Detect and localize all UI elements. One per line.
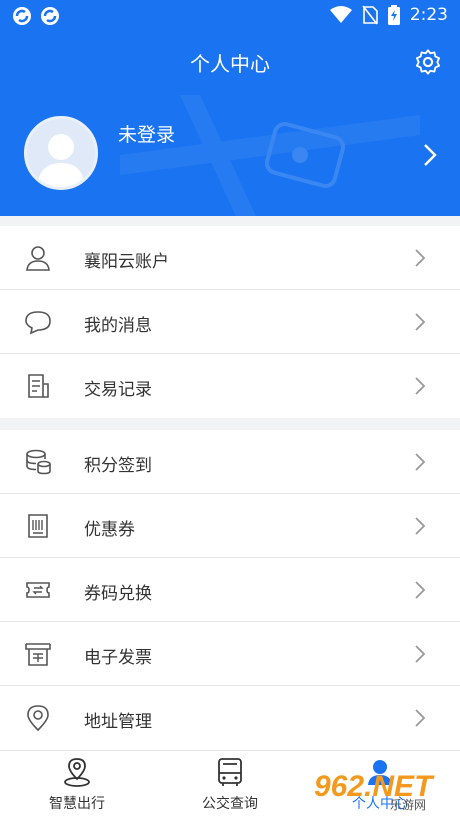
chevron-right-icon: [415, 517, 426, 535]
status-bar: 2:23: [0, 0, 460, 34]
chevron-right-icon: [415, 249, 426, 267]
battery-charging-icon: [387, 5, 400, 25]
menu-label: 优惠券: [84, 520, 135, 540]
nav-label: 公交查询: [202, 796, 258, 812]
nav-smart-travel[interactable]: 智慧出行: [22, 757, 132, 817]
app-notification-icon: [41, 7, 59, 25]
nav-label: 智慧出行: [49, 796, 105, 812]
gear-icon[interactable]: [414, 48, 442, 76]
ticket-exchange-icon: [26, 582, 50, 598]
user-icon: [26, 246, 50, 271]
login-status[interactable]: 未登录: [118, 120, 175, 147]
bus-icon: [218, 758, 242, 786]
default-avatar-icon: [37, 134, 85, 187]
menu-label: 券码兑换: [84, 584, 152, 604]
menu-item-invoice[interactable]: 电子发票: [0, 622, 460, 686]
menu-label: 电子发票: [84, 648, 152, 668]
menu-label: 积分签到: [84, 456, 152, 476]
watermark-sub: 乐游网: [390, 798, 427, 812]
menu-item-code-exchange[interactable]: 券码兑换: [0, 558, 460, 622]
title-bar: 个人中心: [0, 40, 460, 86]
menu-label: 我的消息: [84, 316, 152, 336]
menu-item-messages[interactable]: 我的消息: [0, 290, 460, 354]
no-sim-icon: [362, 5, 378, 25]
profile-header[interactable]: 未登录: [0, 96, 460, 216]
watermark: 962.NET 乐游网: [314, 770, 454, 816]
receipt-icon: [28, 514, 48, 538]
menu-item-points[interactable]: 积分签到: [0, 430, 460, 494]
chevron-right-icon: [415, 709, 426, 727]
avatar[interactable]: [24, 116, 98, 190]
menu-item-transactions[interactable]: 交易记录: [0, 354, 460, 418]
wifi-icon: [329, 6, 352, 23]
menu-group-account: 襄阳云账户 我的消息 交易记录: [0, 226, 460, 418]
nav-bus-query[interactable]: 公交查询: [175, 757, 285, 817]
menu-label: 交易记录: [84, 380, 152, 400]
message-icon: [25, 311, 51, 335]
menu-group-services: 积分签到 优惠券 券码兑换 电子发票 地址管理: [0, 430, 460, 750]
document-icon: [28, 374, 49, 398]
menu-item-account[interactable]: 襄阳云账户: [0, 226, 460, 290]
coins-icon: [26, 449, 51, 475]
map-pin-icon: [64, 758, 90, 787]
invoice-icon: [25, 643, 51, 666]
location-pin-icon: [27, 705, 49, 732]
chevron-right-icon: [415, 453, 426, 471]
chevron-right-icon: [415, 377, 426, 395]
chevron-right-icon[interactable]: [422, 142, 438, 168]
page-title: 个人中心: [190, 52, 270, 76]
status-time: 2:23: [409, 5, 448, 25]
menu-label: 地址管理: [84, 712, 152, 732]
app-notification-icon: [13, 7, 31, 25]
menu-item-address[interactable]: 地址管理: [0, 686, 460, 750]
menu-item-coupons[interactable]: 优惠券: [0, 494, 460, 558]
chevron-right-icon: [415, 645, 426, 663]
chevron-right-icon: [415, 581, 426, 599]
chevron-right-icon: [415, 313, 426, 331]
menu-label: 襄阳云账户: [84, 252, 169, 272]
